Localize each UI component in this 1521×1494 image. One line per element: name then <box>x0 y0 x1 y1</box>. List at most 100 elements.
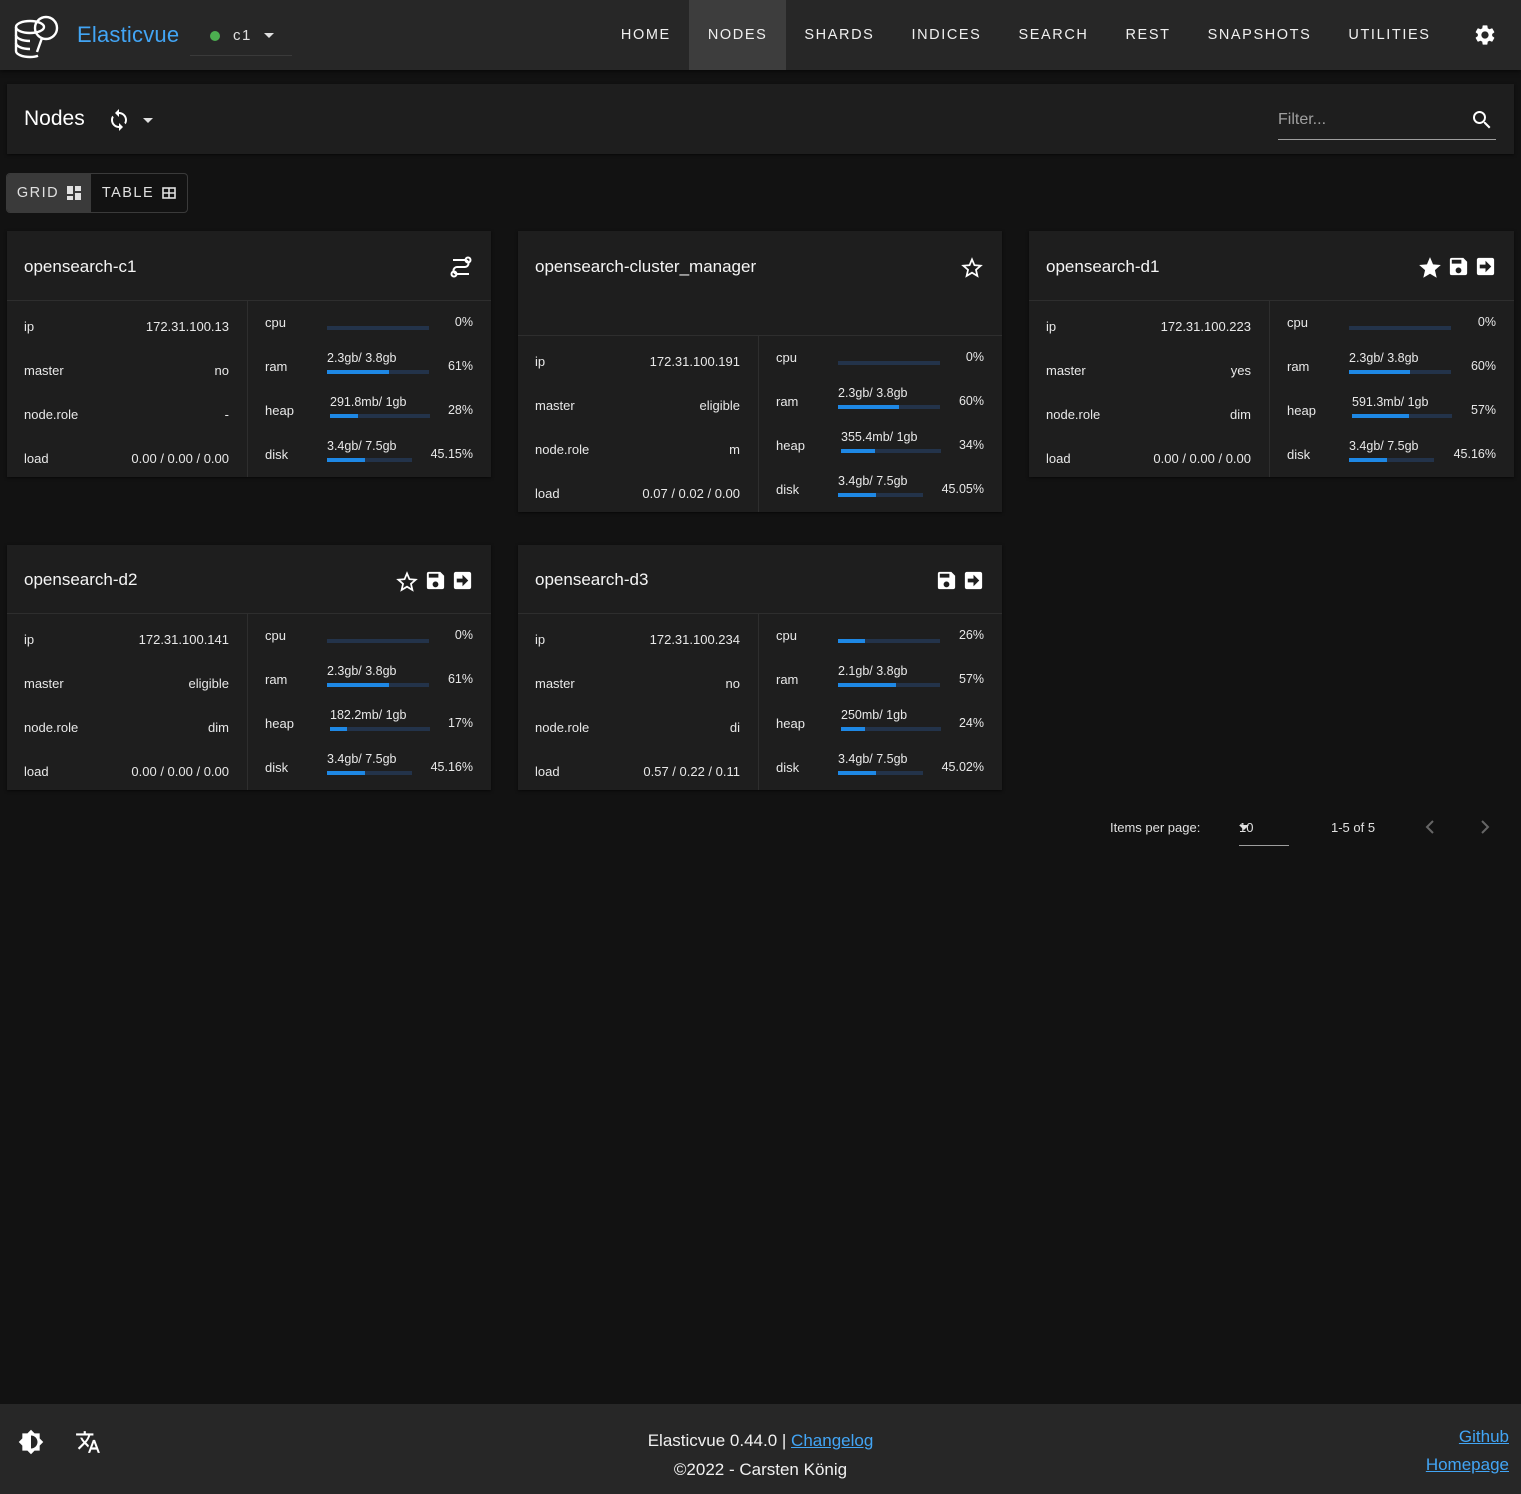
nav-rest[interactable]: REST <box>1107 0 1189 70</box>
cpu-percent: 0% <box>454 628 473 642</box>
save-icon[interactable] <box>424 569 447 595</box>
master-value: no <box>725 676 740 691</box>
cluster-selector[interactable]: c1 <box>190 16 292 56</box>
table-view-button[interactable]: TABLE <box>91 174 187 212</box>
footer: Elasticvue 0.44.0 | Changelog ©2022 - Ca… <box>0 1404 1521 1494</box>
arrow-right-box-icon[interactable] <box>1474 255 1497 281</box>
cpu-progress-bar <box>327 326 429 330</box>
disk-label: disk <box>776 482 800 497</box>
node-role-label: node.role <box>535 720 590 735</box>
ram-percent: 60% <box>1470 359 1496 373</box>
disk-progress-bar <box>327 771 412 775</box>
disk-usage-text: 3.4gb/ 7.5gb <box>327 439 397 453</box>
heap-label: heap <box>776 716 805 731</box>
master-label: master <box>1046 363 1086 378</box>
disk-progress-fill <box>838 493 877 497</box>
top-app-bar: Elasticvue c1 HOME NODES SHARDS INDICES … <box>0 0 1521 70</box>
arrow-right-box-icon[interactable] <box>451 569 474 595</box>
node-card-body: ip 172.31.100.191 master eligible node.rol… <box>518 336 1002 512</box>
heap-percent: 17% <box>447 716 473 730</box>
cpu-metric-row: cpu 0% <box>248 614 491 658</box>
nav-search[interactable]: SEARCH <box>1000 0 1107 70</box>
disk-usage-text: 3.4gb/ 7.5gb <box>327 752 397 766</box>
load-value: 0.00 / 0.00 / 0.00 <box>1153 451 1251 466</box>
nav-utilities[interactable]: UTILITIES <box>1330 0 1449 70</box>
node-role-value: dim <box>1230 407 1251 422</box>
footer-info: Elasticvue 0.44.0 | Changelog ©2022 - Ca… <box>0 1426 1521 1484</box>
cpu-metric-row: cpu 26% <box>759 614 1002 658</box>
reload-menu-button[interactable] <box>107 108 153 132</box>
ram-metric-row: ram 2.3gb/ 3.8gb 60% <box>1270 345 1514 389</box>
disk-usage-text: 3.4gb/ 7.5gb <box>1349 439 1419 453</box>
heap-label: heap <box>265 716 294 731</box>
star-outline-icon[interactable] <box>394 569 420 595</box>
node-name: opensearch-d1 <box>1046 257 1160 276</box>
nav-shards[interactable]: SHARDS <box>786 0 893 70</box>
github-link[interactable]: Github <box>1459 1427 1509 1446</box>
save-icon[interactable] <box>935 569 958 592</box>
chevron-left-icon[interactable] <box>1422 817 1438 837</box>
changelog-link[interactable]: Changelog <box>791 1431 873 1450</box>
heap-percent: 28% <box>447 403 473 417</box>
nav-snapshots[interactable]: SNAPSHOTS <box>1189 0 1330 70</box>
node-role-value: m <box>729 442 740 457</box>
search-icon[interactable] <box>1470 108 1494 132</box>
arrow-right-box-icon[interactable] <box>962 569 985 592</box>
heap-metric-row: heap 355.4mb/ 1gb 34% <box>759 424 1002 468</box>
disk-progress-bar <box>838 771 923 775</box>
cpu-percent: 0% <box>1477 315 1496 329</box>
chevron-right-icon[interactable] <box>1477 817 1493 837</box>
ram-progress-bar <box>327 683 429 687</box>
ip-value: 172.31.100.141 <box>138 632 229 647</box>
ram-progress-bar <box>838 683 940 687</box>
node-metrics-column: cpu 0% ram 2.3gb/ 3.8gb 60% <box>759 336 1002 512</box>
nav-indices[interactable]: INDICES <box>893 0 1000 70</box>
node-master-row: master no <box>7 345 247 389</box>
node-card-header: opensearch-cluster_manager <box>518 231 1002 336</box>
cpu-metric-row: cpu 0% <box>1270 301 1514 345</box>
heap-progress-bar <box>841 449 941 453</box>
node-card: opensearch-cluster_manager ip 172.31.100.… <box>518 231 1002 512</box>
node-info-column: ip 172.31.100.234 master no node.role di lo… <box>518 614 759 790</box>
homepage-link[interactable]: Homepage <box>1426 1455 1509 1474</box>
node-role-icons <box>935 569 985 592</box>
star-outline-icon[interactable] <box>959 255 985 281</box>
ram-label: ram <box>265 672 288 687</box>
nodes-header-card: Nodes <box>7 84 1514 154</box>
node-name: opensearch-cluster_manager <box>535 257 757 276</box>
filter-input[interactable] <box>1278 104 1458 136</box>
node-role-value: di <box>729 720 740 735</box>
ram-metric-row: ram 2.3gb/ 3.8gb 60% <box>759 380 1002 424</box>
table-icon <box>162 187 176 199</box>
settings-button[interactable] <box>1449 0 1521 70</box>
copyright-text: ©2022 - Carsten König <box>673 1460 848 1479</box>
node-load-row: load 0.00 / 0.00 / 0.00 <box>7 746 247 790</box>
app-brand[interactable]: Elasticvue <box>77 22 179 48</box>
node-ip-row: ip 172.31.100.223 <box>1029 301 1269 345</box>
star-filled-icon[interactable] <box>1417 255 1443 281</box>
node-card-body: ip 172.31.100.234 master no node.role di lo… <box>518 614 1002 790</box>
heap-label: heap <box>1287 403 1316 418</box>
grid-view-button[interactable]: GRID <box>7 174 91 212</box>
node-role-row: node.role di <box>518 702 758 746</box>
load-value: 0.00 / 0.00 / 0.00 <box>131 764 229 779</box>
elasticvue-logo-icon[interactable] <box>12 10 62 60</box>
node-master-row: master eligible <box>518 380 758 424</box>
nav-nodes[interactable]: NODES <box>689 0 786 70</box>
disk-metric-row: disk 3.4gb/ 7.5gb 45.16% <box>1270 433 1514 477</box>
ram-progress-fill <box>327 683 390 687</box>
nav-home[interactable]: HOME <box>602 0 689 70</box>
node-name: opensearch-c1 <box>24 257 137 276</box>
cluster-manager-icon[interactable] <box>448 255 474 281</box>
master-value: eligible <box>699 398 740 413</box>
master-label: master <box>24 676 64 691</box>
filter-field[interactable] <box>1278 104 1496 140</box>
node-role-row: node.role dim <box>7 702 247 746</box>
cpu-label: cpu <box>1287 315 1308 330</box>
node-ip-row: ip 172.31.100.13 <box>7 301 247 345</box>
ip-value: 172.31.100.234 <box>649 632 740 647</box>
cpu-metric-row: cpu 0% <box>248 301 491 345</box>
save-icon[interactable] <box>1447 255 1470 281</box>
heap-usage-text: 355.4mb/ 1gb <box>841 430 918 444</box>
items-per-page-select[interactable]: 10 <box>1239 812 1289 846</box>
